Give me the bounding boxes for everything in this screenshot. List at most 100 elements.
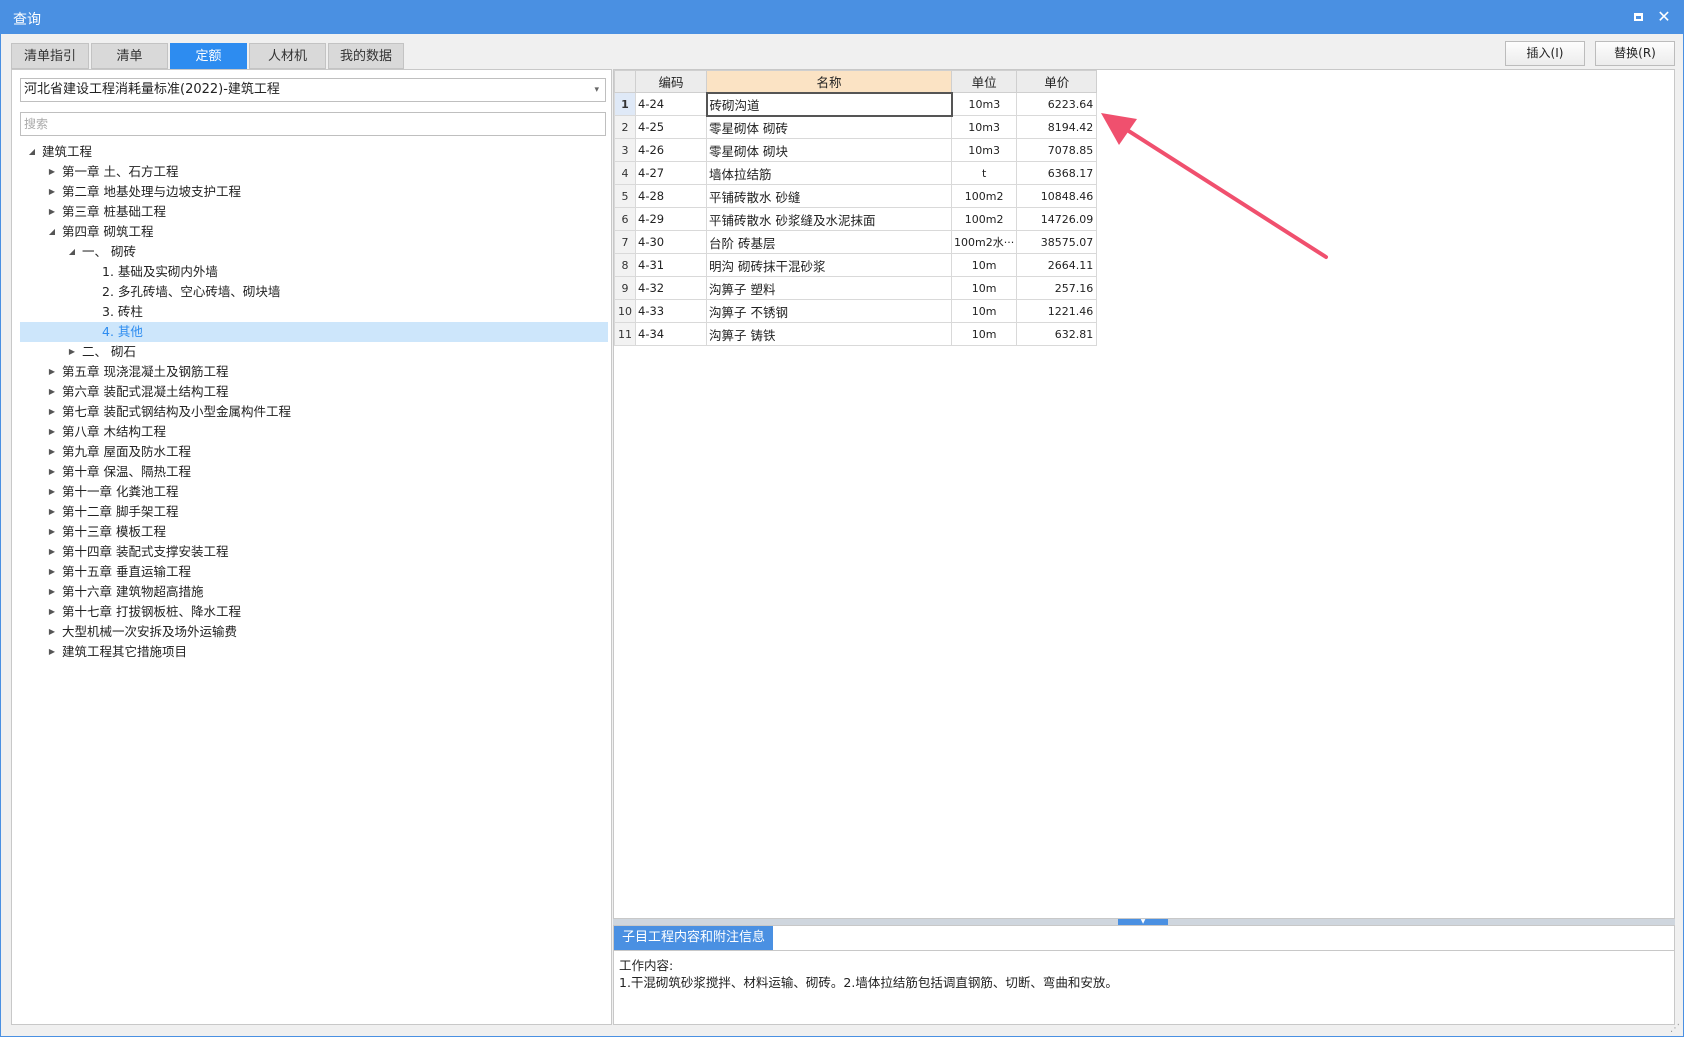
- table-row[interactable]: 10 4-33 沟箅子 不锈钢 10m 1221.46: [614, 299, 1098, 323]
- price-cell[interactable]: 8194.42: [1016, 115, 1098, 139]
- tree-node[interactable]: ▶ 第八章 木结构工程: [20, 422, 608, 442]
- tree-node[interactable]: ▶ 第七章 装配式钢结构及小型金属构件工程: [20, 402, 608, 422]
- unit-cell[interactable]: 10m: [950, 276, 1018, 300]
- tree-node[interactable]: 1. 基础及实砌内外墙: [20, 262, 608, 282]
- tree-node[interactable]: ▶ 二、 砌石: [20, 342, 608, 362]
- tree-node[interactable]: ▶ 大型机械一次安拆及场外运输费: [20, 622, 608, 642]
- row-number-cell[interactable]: 6: [614, 207, 636, 231]
- tab-5[interactable]: 我的数据: [328, 43, 404, 69]
- unit-cell[interactable]: 10m3: [950, 92, 1018, 116]
- row-number-cell[interactable]: 11: [614, 322, 636, 346]
- name-cell[interactable]: 砖砌沟道: [705, 91, 953, 117]
- row-number-cell[interactable]: 5: [614, 184, 636, 208]
- tree-node[interactable]: ▶ 第十章 保温、隔热工程: [20, 462, 608, 482]
- code-cell[interactable]: 4-24: [635, 92, 707, 116]
- collapsed-chevron-icon[interactable]: ▶: [46, 162, 58, 182]
- unit-cell[interactable]: 10m3: [950, 138, 1018, 162]
- price-cell[interactable]: 10848.46: [1016, 184, 1098, 208]
- collapsed-chevron-icon[interactable]: ▶: [46, 462, 58, 482]
- collapsed-chevron-icon[interactable]: ▶: [46, 202, 58, 222]
- tree-node[interactable]: ▶ 第十三章 模板工程: [20, 522, 608, 542]
- tree-node[interactable]: ▶ 第五章 现浇混凝土及钢筋工程: [20, 362, 608, 382]
- collapsed-chevron-icon[interactable]: ▶: [46, 542, 58, 562]
- row-number-cell[interactable]: 3: [614, 138, 636, 162]
- insert-button[interactable]: 插入(I): [1505, 41, 1585, 66]
- table-row[interactable]: 7 4-30 台阶 砖基层 100m2水··· 38575.07: [614, 230, 1098, 254]
- code-cell[interactable]: 4-33: [635, 299, 707, 323]
- unit-cell[interactable]: 10m: [950, 299, 1018, 323]
- table-row[interactable]: 3 4-26 零星砌体 砌块 10m3 7078.85: [614, 138, 1098, 162]
- tree-node[interactable]: ▶ 第二章 地基处理与边坡支护工程: [20, 182, 608, 202]
- unit-cell[interactable]: 10m3: [950, 115, 1018, 139]
- code-cell[interactable]: 4-27: [635, 161, 707, 185]
- collapsed-chevron-icon[interactable]: ▶: [46, 582, 58, 602]
- column-header-code[interactable]: 编码: [635, 70, 707, 93]
- name-cell[interactable]: 平铺砖散水 砂缝: [706, 184, 952, 208]
- row-number-cell[interactable]: 4: [614, 161, 636, 185]
- name-cell[interactable]: 墙体拉结筋: [706, 161, 952, 185]
- tree-node[interactable]: ◢ 第四章 砌筑工程: [20, 222, 608, 242]
- tree-node[interactable]: ▶ 建筑工程其它措施项目: [20, 642, 608, 662]
- collapsed-chevron-icon[interactable]: ▶: [46, 502, 58, 522]
- tab-4[interactable]: 人材机: [249, 43, 326, 69]
- name-cell[interactable]: 台阶 砖基层: [706, 230, 952, 254]
- resize-grip-icon[interactable]: ⋰: [1670, 1023, 1680, 1034]
- price-cell[interactable]: 6223.64: [1016, 92, 1098, 116]
- row-number-cell[interactable]: 7: [614, 230, 636, 254]
- unit-cell[interactable]: 100m2: [950, 184, 1018, 208]
- table-row[interactable]: 9 4-32 沟箅子 塑料 10m 257.16: [614, 276, 1098, 300]
- row-number-cell[interactable]: 2: [614, 115, 636, 139]
- tab-detail-info[interactable]: 子目工程内容和附注信息: [614, 926, 774, 950]
- collapsed-chevron-icon[interactable]: ▶: [46, 562, 58, 582]
- code-cell[interactable]: 4-31: [635, 253, 707, 277]
- column-header-price[interactable]: 单价: [1016, 70, 1098, 93]
- tree-node[interactable]: ▶ 第六章 装配式混凝土结构工程: [20, 382, 608, 402]
- name-cell[interactable]: 平铺砖散水 砂浆缝及水泥抹面: [706, 207, 952, 231]
- table-row[interactable]: 8 4-31 明沟 砌砖抹干混砂浆 10m 2664.11: [614, 253, 1098, 277]
- price-cell[interactable]: 7078.85: [1016, 138, 1098, 162]
- row-number-cell[interactable]: 10: [614, 299, 636, 323]
- tab-3[interactable]: 定额: [170, 43, 247, 69]
- expanded-chevron-icon[interactable]: ◢: [66, 242, 78, 262]
- tree-node[interactable]: 3. 砖柱: [20, 302, 608, 322]
- tab-1[interactable]: 清单指引: [11, 43, 89, 69]
- name-cell[interactable]: 零星砌体 砌砖: [706, 115, 952, 139]
- price-cell[interactable]: 1221.46: [1016, 299, 1098, 323]
- price-cell[interactable]: 14726.09: [1016, 207, 1098, 231]
- price-cell[interactable]: 632.81: [1016, 322, 1098, 346]
- collapsed-chevron-icon[interactable]: ▶: [46, 642, 58, 662]
- unit-cell[interactable]: 10m: [950, 253, 1018, 277]
- code-cell[interactable]: 4-34: [635, 322, 707, 346]
- table-row[interactable]: 4 4-27 墙体拉结筋 t 6368.17: [614, 161, 1098, 185]
- tree-node[interactable]: ▶ 第十六章 建筑物超高措施: [20, 582, 608, 602]
- tree-node[interactable]: ▶ 第十七章 打拔钢板桩、降水工程: [20, 602, 608, 622]
- price-cell[interactable]: 38575.07: [1016, 230, 1098, 254]
- price-cell[interactable]: 2664.11: [1016, 253, 1098, 277]
- table-row[interactable]: 5 4-28 平铺砖散水 砂缝 100m2 10848.46: [614, 184, 1098, 208]
- tree-node[interactable]: ▶ 第三章 桩基础工程: [20, 202, 608, 222]
- tree-node[interactable]: ▶ 第十一章 化粪池工程: [20, 482, 608, 502]
- collapsed-chevron-icon[interactable]: ▶: [66, 342, 78, 362]
- collapsed-chevron-icon[interactable]: ▶: [46, 402, 58, 422]
- price-cell[interactable]: 6368.17: [1016, 161, 1098, 185]
- unit-cell[interactable]: 10m: [950, 322, 1018, 346]
- unit-cell[interactable]: 100m2: [950, 207, 1018, 231]
- table-row[interactable]: 1 4-24 砖砌沟道 10m3 6223.64: [614, 91, 1098, 117]
- unit-cell[interactable]: t: [950, 161, 1018, 185]
- name-cell[interactable]: 沟箅子 铸铁: [706, 322, 952, 346]
- code-cell[interactable]: 4-28: [635, 184, 707, 208]
- code-cell[interactable]: 4-25: [635, 115, 707, 139]
- table-row[interactable]: 11 4-34 沟箅子 铸铁 10m 632.81: [614, 322, 1098, 346]
- table-row[interactable]: 6 4-29 平铺砖散水 砂浆缝及水泥抹面 100m2 14726.09: [614, 207, 1098, 231]
- collapsed-chevron-icon[interactable]: ▶: [46, 382, 58, 402]
- expanded-chevron-icon[interactable]: ◢: [26, 142, 38, 162]
- library-select[interactable]: 河北省建设工程消耗量标准(2022)-建筑工程 ▾: [20, 78, 606, 102]
- code-cell[interactable]: 4-32: [635, 276, 707, 300]
- row-number-cell[interactable]: 9: [614, 276, 636, 300]
- table-row[interactable]: 2 4-25 零星砌体 砌砖 10m3 8194.42: [614, 115, 1098, 139]
- collapsed-chevron-icon[interactable]: ▶: [46, 622, 58, 642]
- close-button[interactable]: ✕: [1655, 8, 1673, 26]
- replace-button[interactable]: 替换(R): [1595, 41, 1675, 66]
- unit-cell[interactable]: 100m2水···: [950, 230, 1018, 254]
- price-cell[interactable]: 257.16: [1016, 276, 1098, 300]
